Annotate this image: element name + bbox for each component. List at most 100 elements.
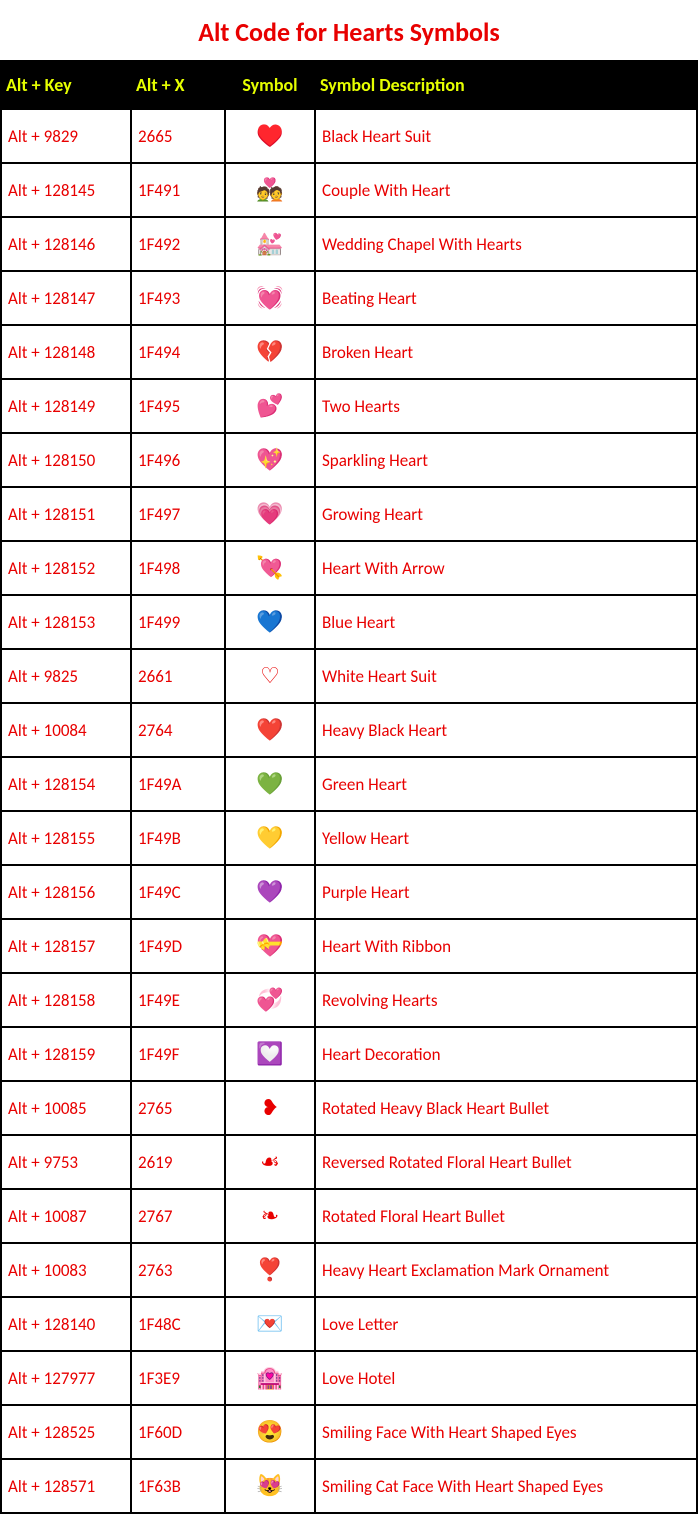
cell-alt-x: 1F49B — [131, 811, 225, 865]
header-alt-x: Alt + X — [131, 61, 225, 109]
cell-alt-x: 1F49D — [131, 919, 225, 973]
cell-alt-x: 1F494 — [131, 325, 225, 379]
cell-alt-x: 1F497 — [131, 487, 225, 541]
cell-symbol: ♡ — [225, 649, 315, 703]
cell-symbol: 💚 — [225, 757, 315, 811]
page-title: Alt Code for Hearts Symbols — [0, 0, 698, 60]
cell-description: Smiling Face With Heart Shaped Eyes — [315, 1405, 697, 1459]
cell-alt-key: Alt + 128571 — [1, 1459, 131, 1513]
cell-alt-key: Alt + 128147 — [1, 271, 131, 325]
alt-code-table: Alt + Key Alt + X Symbol Symbol Descript… — [0, 60, 698, 1514]
cell-alt-key: Alt + 128146 — [1, 217, 131, 271]
cell-description: Rotated Floral Heart Bullet — [315, 1189, 697, 1243]
cell-alt-key: Alt + 9753 — [1, 1135, 131, 1189]
cell-alt-key: Alt + 128145 — [1, 163, 131, 217]
cell-alt-key: Alt + 128158 — [1, 973, 131, 1027]
cell-description: Blue Heart — [315, 595, 697, 649]
cell-alt-key: Alt + 128140 — [1, 1297, 131, 1351]
cell-description: Black Heart Suit — [315, 109, 697, 163]
cell-description: Revolving Hearts — [315, 973, 697, 1027]
cell-alt-key: Alt + 128157 — [1, 919, 131, 973]
header-description: Symbol Description — [315, 61, 697, 109]
cell-alt-key: Alt + 128152 — [1, 541, 131, 595]
table-row: Alt + 100832763❣Heavy Heart Exclamation … — [1, 1243, 697, 1297]
cell-description: Yellow Heart — [315, 811, 697, 865]
cell-symbol: 💔 — [225, 325, 315, 379]
table-row: Alt + 1281491F495💕Two Hearts — [1, 379, 697, 433]
cell-alt-key: Alt + 127977 — [1, 1351, 131, 1405]
table-row: Alt + 1281511F497💗Growing Heart — [1, 487, 697, 541]
cell-alt-x: 1F3E9 — [131, 1351, 225, 1405]
cell-description: Broken Heart — [315, 325, 697, 379]
cell-alt-x: 1F49C — [131, 865, 225, 919]
cell-alt-x: 2763 — [131, 1243, 225, 1297]
cell-description: Beating Heart — [315, 271, 697, 325]
cell-description: Heavy Heart Exclamation Mark Ornament — [315, 1243, 697, 1297]
header-alt-key: Alt + Key — [1, 61, 131, 109]
cell-symbol: ❤ — [225, 703, 315, 757]
cell-alt-x: 1F49F — [131, 1027, 225, 1081]
cell-alt-x: 2665 — [131, 109, 225, 163]
cell-alt-x: 2767 — [131, 1189, 225, 1243]
header-symbol: Symbol — [225, 61, 315, 109]
cell-symbol: 💜 — [225, 865, 315, 919]
cell-description: Growing Heart — [315, 487, 697, 541]
cell-description: Heavy Black Heart — [315, 703, 697, 757]
cell-alt-key: Alt + 10083 — [1, 1243, 131, 1297]
cell-symbol: 💖 — [225, 433, 315, 487]
cell-symbol: 😍 — [225, 1405, 315, 1459]
cell-alt-x: 2764 — [131, 703, 225, 757]
cell-alt-key: Alt + 128159 — [1, 1027, 131, 1081]
table-row: Alt + 1281471F493💓Beating Heart — [1, 271, 697, 325]
cell-alt-x: 1F48C — [131, 1297, 225, 1351]
cell-alt-x: 1F63B — [131, 1459, 225, 1513]
table-row: Alt + 97532619☙Reversed Rotated Floral H… — [1, 1135, 697, 1189]
table-row: Alt + 1281531F499💙Blue Heart — [1, 595, 697, 649]
table-row: Alt + 1281481F494💔Broken Heart — [1, 325, 697, 379]
cell-description: White Heart Suit — [315, 649, 697, 703]
table-row: Alt + 98252661♡White Heart Suit — [1, 649, 697, 703]
table-row: Alt + 100852765❥Rotated Heavy Black Hear… — [1, 1081, 697, 1135]
table-row: Alt + 1281571F49D💝Heart With Ribbon — [1, 919, 697, 973]
cell-symbol: 💒 — [225, 217, 315, 271]
cell-symbol: 💑 — [225, 163, 315, 217]
cell-alt-x: 2619 — [131, 1135, 225, 1189]
cell-alt-x: 1F495 — [131, 379, 225, 433]
cell-description: Heart Decoration — [315, 1027, 697, 1081]
table-row: Alt + 1281581F49E💞Revolving Hearts — [1, 973, 697, 1027]
table-header-row: Alt + Key Alt + X Symbol Symbol Descript… — [1, 61, 697, 109]
cell-alt-key: Alt + 128148 — [1, 325, 131, 379]
cell-description: Reversed Rotated Floral Heart Bullet — [315, 1135, 697, 1189]
cell-symbol: 💕 — [225, 379, 315, 433]
cell-alt-x: 2765 — [131, 1081, 225, 1135]
cell-symbol: 💓 — [225, 271, 315, 325]
cell-alt-x: 1F499 — [131, 595, 225, 649]
cell-alt-x: 1F492 — [131, 217, 225, 271]
table-row: Alt + 100872767❧Rotated Floral Heart Bul… — [1, 1189, 697, 1243]
cell-symbol: 💙 — [225, 595, 315, 649]
cell-symbol: ☙ — [225, 1135, 315, 1189]
table-row: Alt + 1281561F49C💜Purple Heart — [1, 865, 697, 919]
cell-alt-key: Alt + 9829 — [1, 109, 131, 163]
cell-description: Couple With Heart — [315, 163, 697, 217]
cell-alt-key: Alt + 10085 — [1, 1081, 131, 1135]
table-row: Alt + 1285711F63B😻Smiling Cat Face With … — [1, 1459, 697, 1513]
cell-symbol: 💝 — [225, 919, 315, 973]
cell-description: Wedding Chapel With Hearts — [315, 217, 697, 271]
cell-symbol: ❣ — [225, 1243, 315, 1297]
cell-symbol: 💞 — [225, 973, 315, 1027]
cell-symbol: 💟 — [225, 1027, 315, 1081]
cell-symbol: 💘 — [225, 541, 315, 595]
table-row: Alt + 98292665♥Black Heart Suit — [1, 109, 697, 163]
cell-description: Green Heart — [315, 757, 697, 811]
table-row: Alt + 100842764❤Heavy Black Heart — [1, 703, 697, 757]
cell-description: Heart With Ribbon — [315, 919, 697, 973]
cell-description: Rotated Heavy Black Heart Bullet — [315, 1081, 697, 1135]
cell-alt-key: Alt + 128151 — [1, 487, 131, 541]
cell-description: Love Hotel — [315, 1351, 697, 1405]
cell-alt-key: Alt + 128149 — [1, 379, 131, 433]
cell-alt-key: Alt + 128156 — [1, 865, 131, 919]
table-row: Alt + 1281401F48C💌Love Letter — [1, 1297, 697, 1351]
table-row: Alt + 1281501F496💖Sparkling Heart — [1, 433, 697, 487]
cell-alt-x: 1F496 — [131, 433, 225, 487]
